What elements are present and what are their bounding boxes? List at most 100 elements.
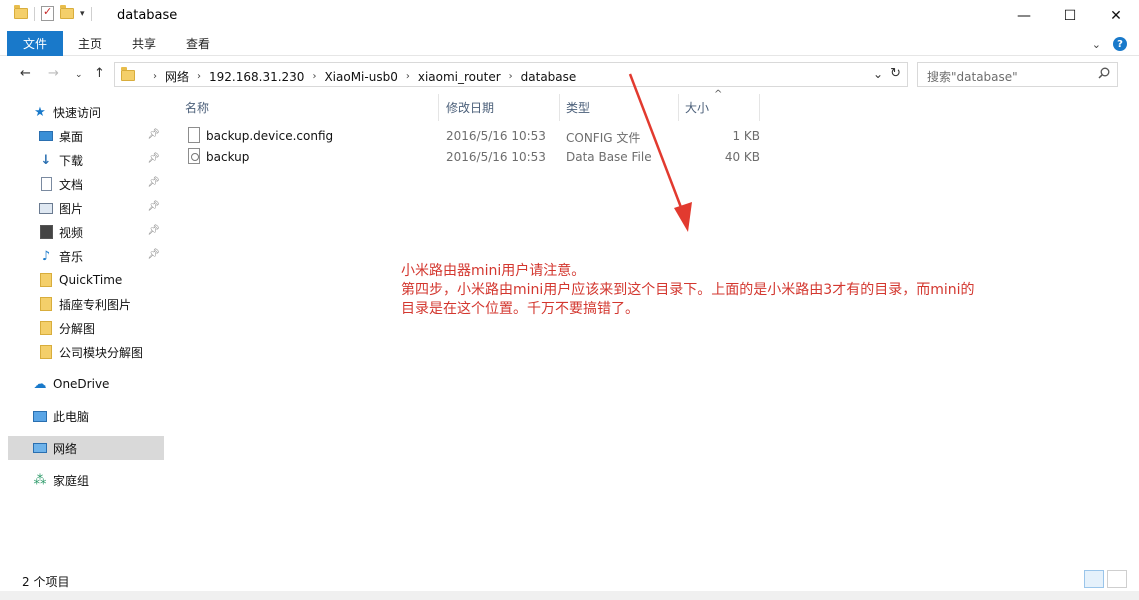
navigation-bar: ← → ⌄ ↑ › 网络 › 192.168.31.230 › XiaoMi-u… — [0, 57, 1139, 93]
sidebar-item-pictures[interactable]: 图片 📌︎ — [38, 196, 164, 220]
column-header-date[interactable]: 修改日期 — [446, 99, 494, 116]
search-box[interactable]: 搜索"database" — [917, 62, 1118, 87]
homegroup-icon: ⁂ — [33, 472, 47, 488]
column-header-type[interactable]: 类型 — [566, 99, 590, 116]
sidebar-item-label: 视频 — [59, 225, 84, 240]
title-bar: ▾ database — ☐ ✕ — [0, 0, 1139, 31]
breadcrumb-item[interactable]: xiaomi_router — [418, 70, 501, 84]
sidebar-item-quick-access[interactable]: ★ 快速访问 — [32, 100, 164, 124]
breadcrumb-separator-icon[interactable]: › — [153, 71, 157, 82]
sidebar-item-network[interactable]: 网络 — [8, 436, 164, 460]
sidebar-item-label: 分解图 — [59, 321, 96, 336]
search-icon[interactable] — [1098, 67, 1110, 79]
breadcrumb-separator-icon[interactable]: › — [197, 71, 201, 82]
forward-arrow-icon[interactable]: → — [48, 66, 59, 81]
breadcrumb: › 网络 › 192.168.31.230 › XiaoMi-usb0 › xi… — [145, 68, 576, 85]
sidebar-item-music[interactable]: ♪ 音乐 📌︎ — [38, 244, 164, 268]
sidebar-item-label: 下载 — [59, 153, 84, 168]
video-icon — [38, 224, 54, 240]
expand-ribbon-chevron-icon[interactable]: ⌄ — [1092, 38, 1101, 51]
sidebar-item-videos[interactable]: 视频 📌︎ — [38, 220, 164, 244]
quick-access-toolbar: ▾ — [14, 5, 92, 21]
breadcrumb-item[interactable]: XiaoMi-usb0 — [324, 70, 397, 84]
annotation-arrow — [628, 73, 692, 232]
address-bar[interactable]: › 网络 › 192.168.31.230 › XiaoMi-usb0 › xi… — [114, 62, 908, 87]
back-arrow-icon[interactable]: ← — [20, 66, 31, 81]
sidebar-item-company-module-exploded[interactable]: 公司模块分解图 — [38, 340, 164, 364]
status-bar: 2 个项目 — [0, 569, 1139, 591]
pin-icon[interactable]: 📌︎ — [147, 249, 160, 260]
breadcrumb-separator-icon[interactable]: › — [406, 71, 410, 82]
pin-icon[interactable]: 📌︎ — [147, 129, 160, 140]
sidebar-item-desktop[interactable]: 桌面 📌︎ — [38, 124, 164, 148]
sidebar-item-downloads[interactable]: ↓ 下载 📌︎ — [38, 148, 164, 172]
breadcrumb-separator-icon[interactable]: › — [312, 71, 316, 82]
tab-home[interactable]: 主页 — [63, 31, 117, 56]
new-folder-icon[interactable] — [60, 5, 74, 19]
sidebar-item-homegroup[interactable]: ⁂ 家庭组 — [32, 468, 164, 492]
column-header-name[interactable]: 名称 — [185, 99, 209, 116]
sidebar-item-label: 文档 — [59, 177, 84, 192]
help-icon[interactable]: ? — [1113, 37, 1127, 51]
sidebar-item-label: 网络 — [53, 441, 78, 456]
toolbar-divider — [90, 6, 92, 21]
sidebar-item-label: 快速访问 — [53, 105, 102, 120]
up-arrow-icon[interactable]: ↑ — [94, 66, 105, 81]
sidebar-item-quicktime[interactable]: QuickTime — [38, 268, 164, 292]
pin-icon[interactable]: 📌︎ — [147, 153, 160, 164]
close-button[interactable]: ✕ — [1093, 0, 1139, 31]
file-icon — [188, 127, 200, 143]
folder-icon — [38, 272, 54, 288]
properties-icon[interactable] — [41, 5, 54, 21]
breadcrumb-separator-icon[interactable]: › — [509, 71, 513, 82]
folder-icon — [38, 344, 54, 360]
folder-icon — [38, 320, 54, 336]
sidebar-item-exploded-view[interactable]: 分解图 — [38, 316, 164, 340]
window-title: database — [117, 8, 178, 23]
pin-icon[interactable]: 📌︎ — [147, 177, 160, 188]
breadcrumb-item[interactable]: 192.168.31.230 — [209, 70, 304, 84]
customize-toolbar-chevron-icon[interactable]: ▾ — [80, 9, 85, 19]
column-divider[interactable] — [759, 94, 760, 121]
maximize-button[interactable]: ☐ — [1047, 0, 1093, 31]
sidebar-item-label: OneDrive — [53, 377, 110, 391]
tab-file[interactable]: 文件 — [7, 31, 63, 56]
annotation-line: 目录是在这个位置。千万不要搞错了。 — [401, 301, 639, 317]
sidebar-item-label: QuickTime — [59, 273, 123, 287]
address-history-chevron-icon[interactable]: ⌄ — [873, 67, 883, 81]
annotation-line: 第四步，小米路由mini用户应该来到这个目录下。上面的是小米路由3才有的目录，而… — [401, 282, 975, 298]
sidebar-item-label: 音乐 — [59, 249, 84, 264]
large-icons-view-icon[interactable] — [1107, 570, 1127, 588]
window-bottom-edge — [0, 591, 1139, 600]
item-count: 2 个项目 — [22, 575, 70, 589]
column-divider[interactable] — [559, 94, 560, 121]
pin-icon[interactable]: 📌︎ — [147, 225, 160, 236]
sort-ascending-icon: ^ — [714, 89, 723, 100]
pin-icon[interactable]: 📌︎ — [147, 201, 160, 212]
sidebar-item-label: 图片 — [59, 201, 84, 216]
breadcrumb-item[interactable]: database — [521, 70, 577, 84]
recent-locations-chevron-icon[interactable]: ⌄ — [75, 70, 83, 80]
details-view-icon[interactable] — [1084, 570, 1104, 588]
sidebar-item-label: 桌面 — [59, 129, 84, 144]
cloud-icon: ☁ — [33, 376, 47, 392]
computer-icon — [32, 408, 48, 424]
sidebar-item-socket-patent-images[interactable]: 插座专利图片 — [38, 292, 164, 316]
sidebar-item-label: 此电脑 — [53, 409, 90, 424]
toolbar-divider — [34, 6, 35, 21]
sidebar-item-documents[interactable]: 文档 📌︎ — [38, 172, 164, 196]
minimize-button[interactable]: — — [1001, 0, 1047, 31]
download-arrow-icon: ↓ — [40, 152, 52, 168]
search-placeholder: 搜索"database" — [927, 70, 1018, 84]
tab-view[interactable]: 查看 — [171, 31, 225, 56]
network-icon — [32, 440, 48, 456]
tab-share[interactable]: 共享 — [117, 31, 171, 56]
breadcrumb-item[interactable]: 网络 — [165, 68, 189, 85]
sidebar-item-onedrive[interactable]: ☁ OneDrive — [32, 372, 164, 396]
document-icon — [38, 176, 54, 192]
column-divider[interactable] — [438, 94, 439, 121]
sidebar-item-label: 家庭组 — [53, 473, 90, 488]
sidebar-item-this-pc[interactable]: 此电脑 — [32, 404, 164, 428]
refresh-icon[interactable]: ↻ — [890, 66, 901, 81]
file-name: backup — [206, 150, 250, 164]
